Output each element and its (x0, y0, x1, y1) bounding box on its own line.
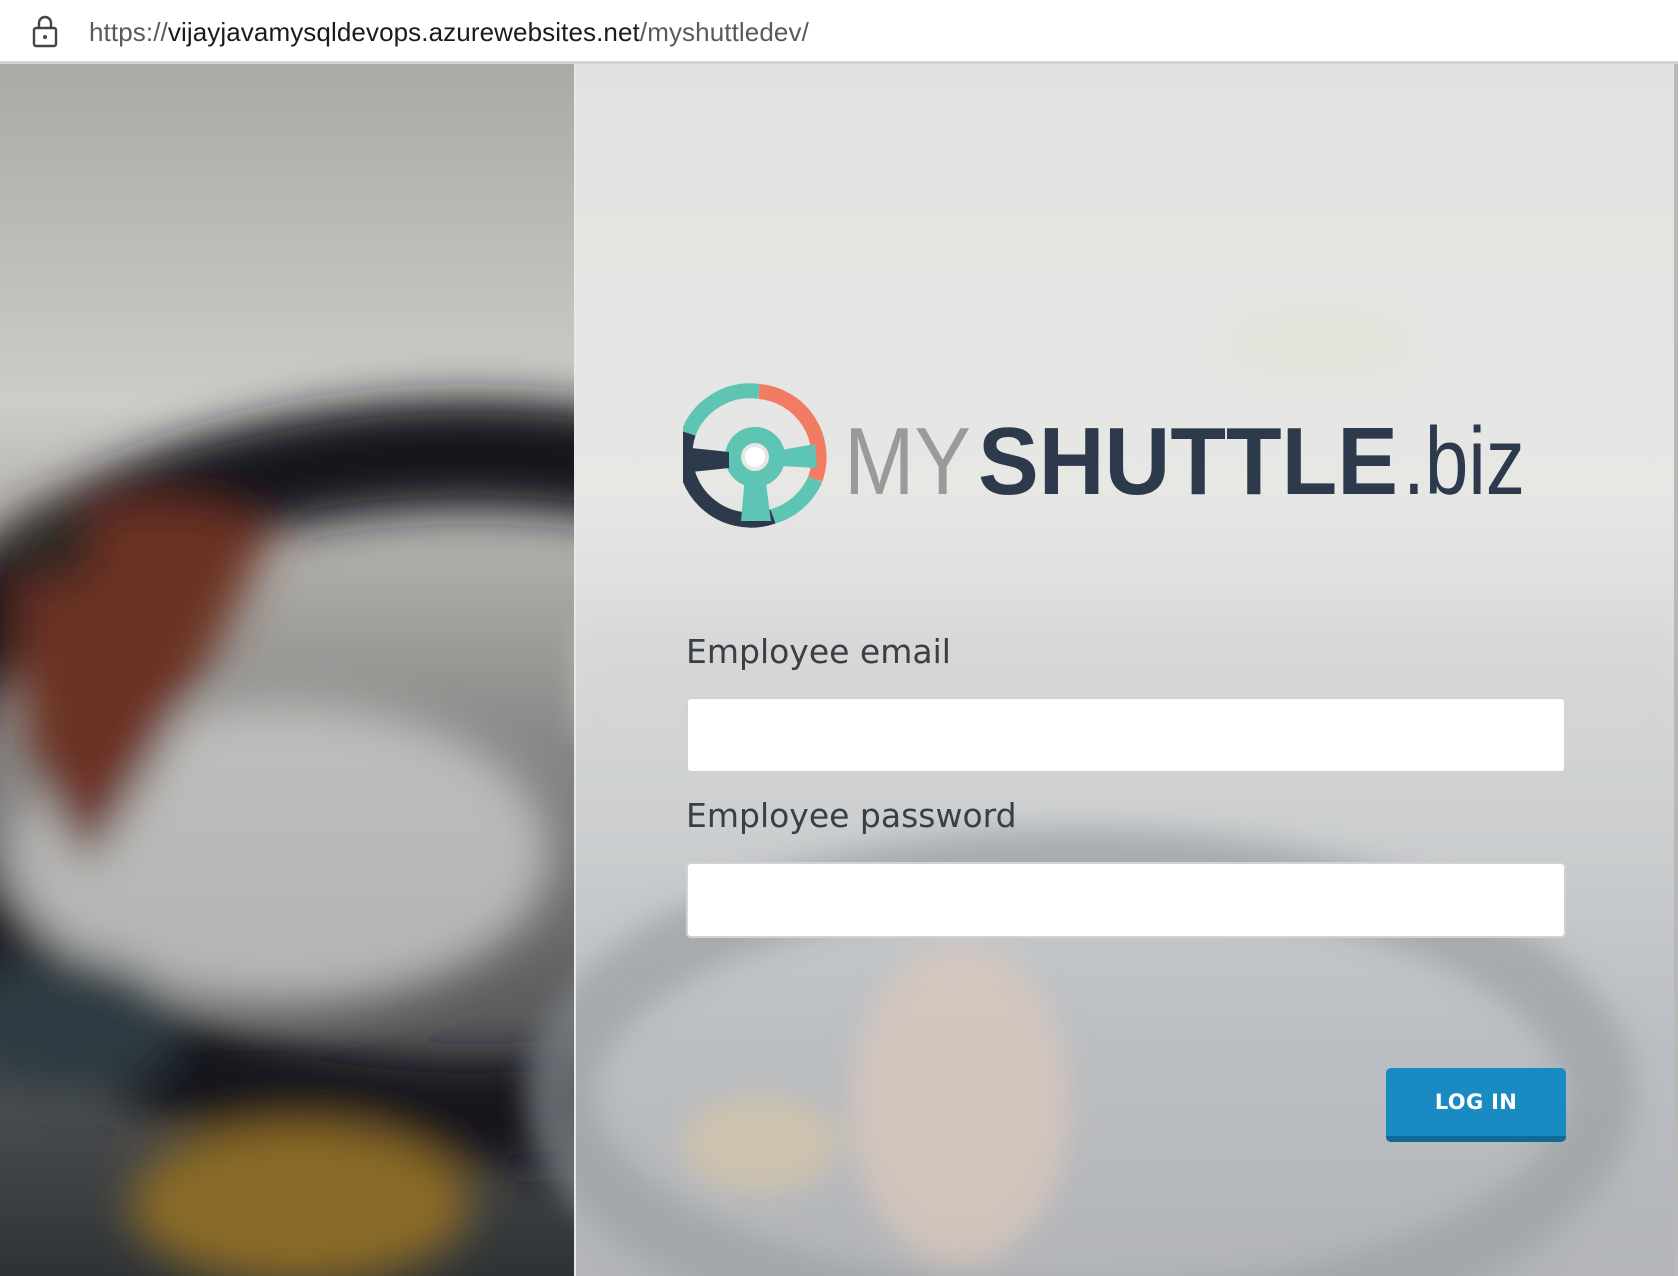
url-host: vijayjavamysqldevops.azurewebsites.net (167, 17, 640, 47)
login-panel: MY SHUTTLE .biz Employee email Employee … (575, 70, 1678, 1276)
page-viewport: MY SHUTTLE .biz Employee email Employee … (0, 64, 1678, 1276)
address-bar[interactable]: https://vijayjavamysqldevops.azurewebsit… (89, 12, 1489, 52)
brand-shuttle: SHUTTLE (978, 408, 1398, 515)
email-label: Employee email (686, 632, 951, 671)
lock-icon[interactable] (30, 14, 60, 48)
password-label: Employee password (686, 796, 1017, 835)
myshuttle-logo: MY SHUTTLE .biz (683, 383, 1525, 528)
browser-toolbar: https://vijayjavamysqldevops.azurewebsit… (0, 0, 1678, 64)
login-button[interactable]: LOG IN (1386, 1068, 1566, 1142)
brand-tld: .biz (1403, 408, 1525, 515)
url-scheme: https:// (89, 17, 168, 47)
url-path: /myshuttledev/ (639, 17, 809, 47)
email-field[interactable] (686, 697, 1566, 773)
password-field[interactable] (686, 862, 1566, 938)
steering-wheel-icon (683, 383, 827, 528)
brand-my: MY (844, 408, 971, 515)
